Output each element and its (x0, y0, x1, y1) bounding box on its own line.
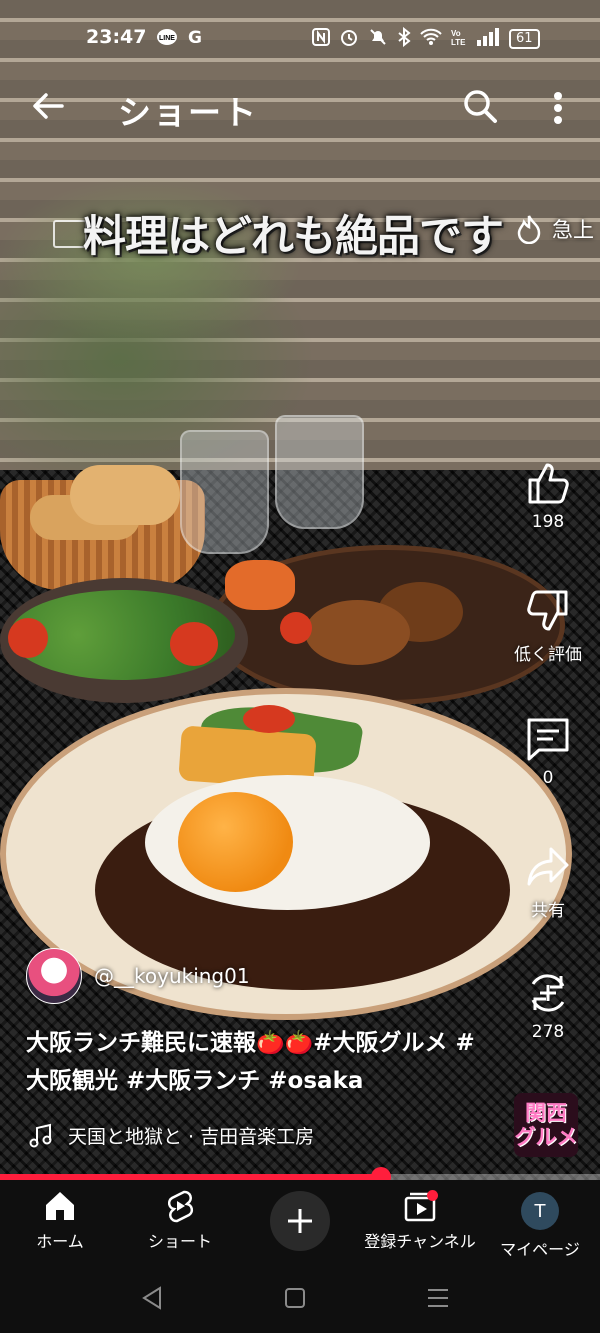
system-recents-button[interactable] (418, 1280, 458, 1316)
video-description[interactable]: 大阪ランチ難民に速報🍅🍅#大阪グルメ #大阪観光 #大阪ランチ #osaka (26, 1024, 496, 1100)
trending-chip[interactable]: 急上 (516, 214, 594, 244)
search-button[interactable] (460, 86, 500, 126)
system-home-button[interactable] (275, 1280, 315, 1316)
nav-mypage-label: マイページ (500, 1240, 580, 1259)
signal-icon (476, 28, 500, 50)
line-icon: LINE (156, 28, 178, 53)
egg-yolk (178, 792, 293, 892)
nav-shorts[interactable]: ショート (120, 1188, 240, 1252)
thumbs-up-icon (528, 463, 569, 504)
video-caption-overlay: 料理はどれも絶品です (83, 212, 504, 262)
music-track: 天国と地獄と · 吉田音楽工房 (68, 1126, 315, 1148)
status-right-icons: Vo LTE 61 (312, 26, 540, 51)
tomato (243, 705, 295, 733)
mute-icon (368, 27, 388, 51)
sound-thumbnail[interactable]: 関西 グルメ (514, 1093, 578, 1157)
water-glass (180, 430, 269, 554)
shorts-header: ショート (0, 80, 600, 136)
sound-thumb-line2: グルメ (514, 1125, 578, 1149)
channel-handle[interactable]: @__koyuking01 (94, 964, 250, 988)
page-title: ショート (118, 93, 258, 132)
nav-home[interactable]: ホーム (0, 1188, 120, 1252)
notification-dot (427, 1190, 438, 1201)
comments-button[interactable]: 0 (506, 716, 590, 788)
alarm-icon (339, 27, 359, 51)
like-count: 198 (531, 512, 565, 532)
bread (70, 465, 180, 525)
video-list-icon (53, 220, 87, 248)
shorts-player-screen: 23:47 LINE G Vo LTE 61 ショート 料理はどれも絶品です 急… (0, 0, 600, 1333)
status-left-icons: LINE G (156, 28, 202, 53)
nav-subscriptions-label: 登録チャンネル (364, 1232, 476, 1251)
battery-indicator: 61 (509, 29, 540, 49)
dislike-label: 低く評価 (514, 645, 582, 665)
shorts-icon (167, 1190, 194, 1223)
trending-label: 急上 (552, 218, 594, 242)
like-button[interactable]: 198 (506, 460, 590, 532)
menu-lines-icon (428, 1289, 448, 1307)
water-glass (275, 415, 364, 529)
system-back-button[interactable] (132, 1280, 172, 1316)
tomato (170, 622, 218, 666)
triangle-back-icon (142, 1286, 161, 1310)
dislike-button[interactable]: 低く評価 (506, 588, 590, 665)
nfc-icon (312, 28, 330, 50)
svg-text:LTE: LTE (451, 38, 466, 47)
music-note-icon (29, 1123, 52, 1147)
wifi-icon (420, 28, 442, 50)
nav-shorts-label: ショート (147, 1232, 212, 1251)
home-icon (46, 1192, 74, 1220)
thumbs-down-icon (527, 590, 568, 631)
channel-info[interactable]: @__koyuking01 (26, 948, 250, 1004)
user-avatar: T (521, 1192, 559, 1230)
flame-icon (517, 215, 541, 244)
nav-mypage[interactable]: T マイページ (480, 1188, 600, 1260)
share-label: 共有 (531, 901, 565, 921)
arrow-left-icon (33, 93, 64, 119)
bluetooth-icon (397, 26, 411, 51)
music-info[interactable]: 天国と地獄と · 吉田音楽工房 (28, 1122, 314, 1149)
system-navigation-bar (0, 1262, 600, 1333)
croquette (305, 600, 410, 665)
volte-icon: Vo LTE (451, 27, 467, 51)
channel-avatar[interactable] (26, 948, 82, 1004)
tomato (8, 618, 48, 658)
description-text: 大阪ランチ難民に速報🍅🍅 (26, 1030, 314, 1056)
plus-icon (288, 1209, 312, 1233)
carrot-salad (225, 560, 295, 610)
nav-home-label: ホーム (36, 1232, 84, 1251)
status-time: 23:47 (86, 26, 147, 48)
comment-icon (527, 718, 569, 761)
video-overlay-row: 料理はどれも絶品です 急上 (50, 200, 600, 270)
google-icon: G (188, 28, 202, 48)
comment-count: 0 (542, 768, 554, 788)
nav-subscriptions[interactable]: 登録チャンネル (360, 1188, 480, 1252)
svg-text:LINE: LINE (159, 35, 175, 42)
user-avatar-letter: T (534, 1200, 546, 1222)
more-vertical-icon (554, 92, 562, 124)
tomato (280, 612, 312, 644)
remix-button[interactable]: 278 (506, 970, 590, 1042)
sound-thumb-line1: 関西 (525, 1101, 567, 1125)
search-icon (464, 90, 497, 123)
svg-text:Vo: Vo (451, 29, 461, 38)
remix-icon (531, 974, 565, 1012)
share-button[interactable]: 共有 (506, 844, 590, 921)
share-icon (527, 847, 569, 886)
square-home-icon (285, 1288, 305, 1308)
remix-count: 278 (531, 1022, 565, 1042)
back-button[interactable] (28, 86, 68, 126)
more-options-button[interactable] (548, 88, 568, 128)
create-button[interactable] (270, 1191, 330, 1251)
status-bar: 23:47 LINE G Vo LTE 61 (0, 0, 600, 80)
bottom-navigation: ホーム ショート 登録チャンネル T マイページ (0, 1180, 600, 1262)
